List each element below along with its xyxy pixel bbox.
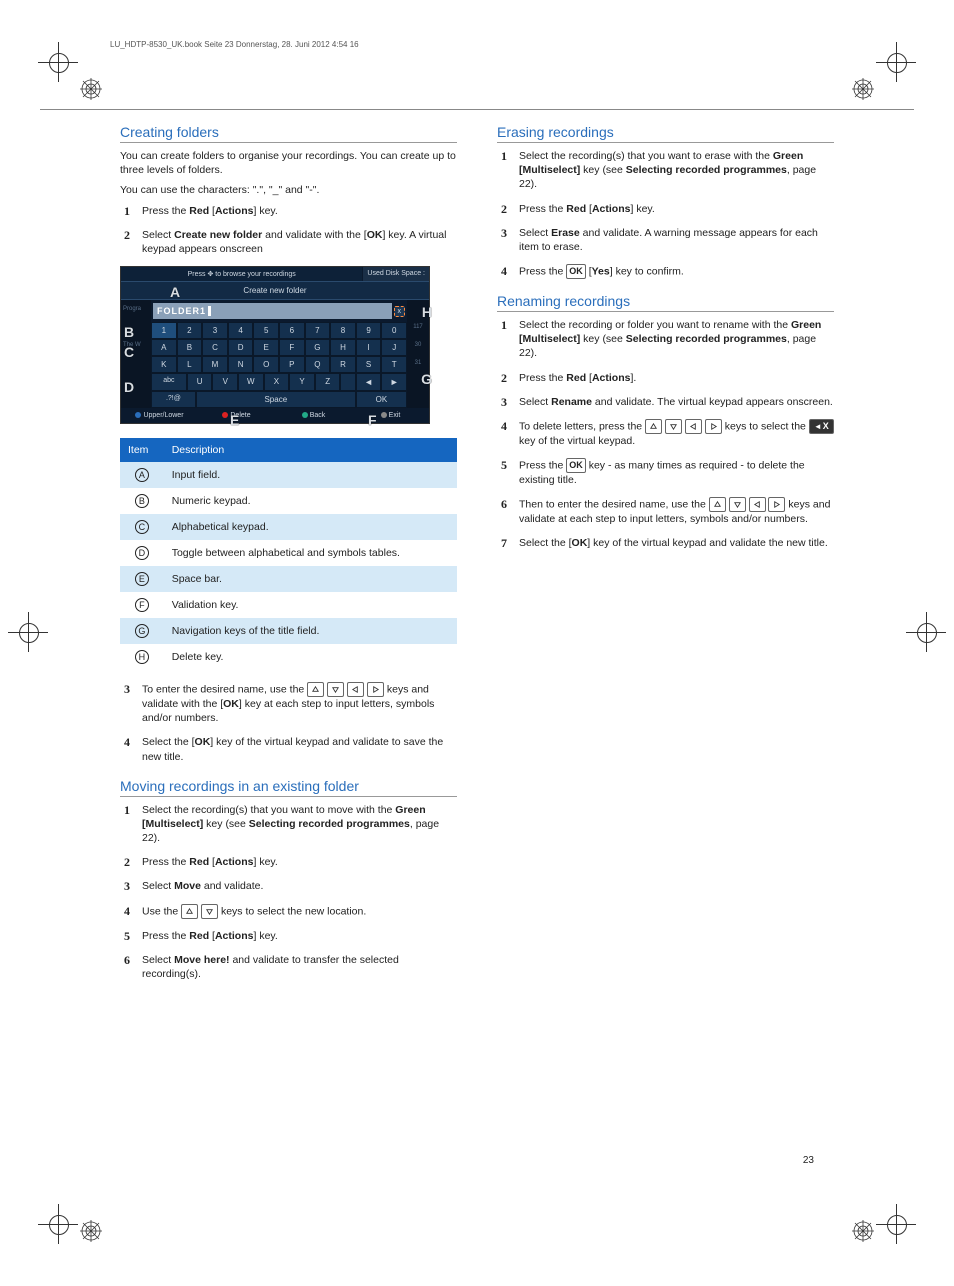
- callout-H: H: [422, 304, 432, 320]
- th-desc: Description: [164, 438, 457, 462]
- callout-F: F: [368, 412, 377, 428]
- kp-numeric-row: 1234567890: [151, 322, 407, 339]
- up-arrow-icon: [181, 904, 198, 919]
- right-arrow-icon: [768, 497, 785, 512]
- er-step-4: 4 Press the OK [Yes] key to confirm.: [497, 264, 834, 279]
- intro-p2: You can use the characters: ".", "_" and…: [120, 183, 457, 197]
- callout-A: A: [170, 284, 180, 300]
- kp-alpha-row-1: ABCDEFGHIJ: [151, 339, 407, 356]
- mv-step-1: 1 Select the recording(s) that you want …: [120, 803, 457, 846]
- mv-step-2: 2 Press the Red [Actions] key.: [120, 855, 457, 869]
- keypad-description-table: ItemDescription AInput field. BNumeric k…: [120, 438, 457, 670]
- rn-step-4: 4 To delete letters, press the keys to s…: [497, 419, 834, 448]
- mv-step-3: 3 Select Move and validate.: [120, 879, 457, 893]
- intro-p1: You can create folders to organise your …: [120, 149, 457, 177]
- right-column: Erasing recordings 1 Select the recordin…: [497, 110, 834, 991]
- er-step-2: 2 Press the Red [Actions] key.: [497, 202, 834, 216]
- cf-step-3: 3 To enter the desired name, use the key…: [120, 682, 457, 725]
- up-arrow-icon: [645, 419, 662, 434]
- left-arrow-icon: [685, 419, 702, 434]
- callout-G: G: [421, 371, 432, 387]
- kp-input-field: FOLDER1: [153, 303, 392, 319]
- cf-step-1: 1 Press the Red [Actions] key.: [120, 204, 457, 218]
- heading-moving-recordings: Moving recordings in an existing folder: [120, 778, 457, 797]
- down-arrow-icon: [665, 419, 682, 434]
- down-arrow-icon: [729, 497, 746, 512]
- rn-step-6: 6 Then to enter the desired name, use th…: [497, 497, 834, 526]
- kp-dialog-title: Create new folder: [121, 281, 429, 300]
- cf-step-2: 2 Select Create new folder and validate …: [120, 228, 457, 256]
- kp-alpha-row-3: abcUVWXYZ◄►: [151, 373, 407, 391]
- callout-E: E: [230, 412, 239, 428]
- heading-creating-folders: Creating folders: [120, 124, 457, 143]
- heading-renaming-recordings: Renaming recordings: [497, 293, 834, 312]
- th-item: Item: [120, 438, 164, 462]
- page-number: 23: [803, 1155, 814, 1166]
- up-arrow-icon: [709, 497, 726, 512]
- left-column: Creating folders You can create folders …: [120, 110, 457, 991]
- book-header: LU_HDTP-8530_UK.book Seite 23 Donnerstag…: [110, 40, 914, 49]
- er-step-3: 3 Select Erase and validate. A warning m…: [497, 226, 834, 254]
- callout-C: C: [124, 344, 134, 360]
- backspace-key-icon: X: [809, 419, 834, 434]
- left-arrow-icon: [749, 497, 766, 512]
- ok-key-icon: OK: [566, 458, 586, 473]
- right-arrow-icon: [367, 682, 384, 697]
- down-arrow-icon: [327, 682, 344, 697]
- mv-step-6: 6 Select Move here! and validate to tran…: [120, 953, 457, 981]
- rn-step-1: 1 Select the recording or folder you wan…: [497, 318, 834, 361]
- callout-D: D: [124, 379, 134, 395]
- heading-erasing-recordings: Erasing recordings: [497, 124, 834, 143]
- right-arrow-icon: [705, 419, 722, 434]
- left-arrow-icon: [347, 682, 364, 697]
- rn-step-2: 2 Press the Red [Actions].: [497, 371, 834, 385]
- down-arrow-icon: [201, 904, 218, 919]
- mv-step-4: 4 Use the keys to select the new locatio…: [120, 904, 457, 919]
- rn-step-7: 7 Select the [OK] key of the virtual key…: [497, 536, 834, 550]
- mv-step-5: 5 Press the Red [Actions] key.: [120, 929, 457, 943]
- kp-footer: Upper/Lower Delete Back Exit: [121, 408, 429, 423]
- up-arrow-icon: [307, 682, 324, 697]
- ok-key-icon: OK: [566, 264, 586, 279]
- kp-delete-key: x: [394, 306, 406, 317]
- callout-B: B: [124, 324, 134, 340]
- kp-disk-text: Used Disk Space :: [363, 267, 429, 281]
- rn-step-5: 5 Press the OK key - as many times as re…: [497, 458, 834, 487]
- kp-alpha-row-2: KLMNOPQRST: [151, 356, 407, 373]
- rn-step-3: 3 Select Rename and validate. The virtua…: [497, 395, 834, 409]
- kp-bottom-row: .?!@ Space OK: [151, 391, 407, 408]
- kp-browse-text: Press ✥ to browse your recordings: [121, 267, 362, 281]
- virtual-keypad-figure: Press ✥ to browse your recordings Used D…: [120, 266, 430, 424]
- cf-step-4: 4 Select the [OK] key of the virtual key…: [120, 735, 457, 763]
- er-step-1: 1 Select the recording(s) that you want …: [497, 149, 834, 192]
